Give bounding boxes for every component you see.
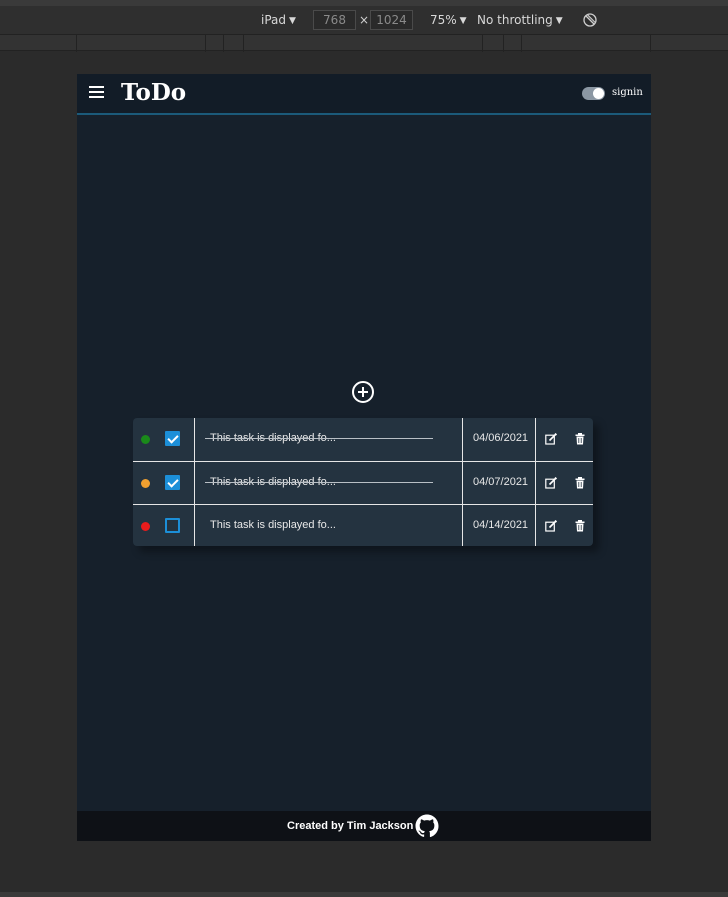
app-title: ToDo	[121, 79, 187, 106]
media-query-ruler	[0, 34, 728, 52]
hamburger-icon[interactable]	[89, 83, 105, 101]
task-row: This task is displayed fo... 04/07/2021	[133, 461, 593, 504]
trash-icon[interactable]	[575, 477, 585, 489]
dimension-separator: ×	[359, 13, 370, 27]
devtools-bottom-strip	[0, 892, 728, 897]
ruler-tick	[482, 35, 483, 52]
ruler-tick	[521, 35, 522, 52]
complete-checkbox[interactable]	[165, 518, 180, 533]
app-viewport: ToDo signin This task is displayed fo...…	[77, 74, 651, 841]
throttling-label: No throttling	[477, 13, 553, 27]
task-date: 04/07/2021	[473, 476, 529, 488]
strikethrough-line	[205, 438, 433, 439]
device-toolbar: iPad ▼ 768 × 1024 75% ▼ No throttling ▼	[0, 6, 728, 34]
trash-icon[interactable]	[575, 433, 585, 445]
device-label: iPad	[261, 13, 287, 27]
height-input[interactable]: 1024	[370, 10, 413, 30]
ruler-tick	[76, 35, 77, 52]
footer-credit: Created by Tim Jackson	[287, 820, 414, 832]
signin-toggle[interactable]	[582, 87, 605, 100]
ruler-tick	[650, 35, 651, 52]
toggle-knob	[593, 88, 604, 99]
task-table: This task is displayed fo... 04/06/2021 …	[133, 418, 593, 546]
task-text[interactable]: This task is displayed fo...	[210, 519, 336, 531]
task-date: 04/06/2021	[473, 432, 529, 444]
signin-label[interactable]: signin	[612, 87, 643, 98]
app-footer: Created by Tim Jackson	[77, 811, 651, 841]
ruler-tick	[243, 35, 244, 52]
chevron-down-icon: ▼	[289, 16, 296, 26]
task-row: This task is displayed fo... 04/06/2021	[133, 418, 593, 461]
trash-icon[interactable]	[575, 520, 585, 532]
edit-icon[interactable]	[545, 520, 557, 532]
zoom-label: 75%	[430, 13, 457, 27]
task-date: 04/14/2021	[473, 519, 529, 531]
complete-checkbox[interactable]	[165, 431, 180, 446]
device-select[interactable]: iPad ▼	[261, 6, 296, 34]
chevron-down-icon: ▼	[459, 16, 467, 26]
throttling-select[interactable]: No throttling ▼	[477, 6, 563, 34]
add-task-button[interactable]	[352, 381, 374, 403]
ruler-tick	[205, 35, 206, 52]
task-row: This task is displayed fo... 04/14/2021	[133, 504, 593, 546]
priority-dot	[141, 479, 150, 488]
priority-dot	[141, 435, 150, 444]
strikethrough-line	[205, 482, 433, 483]
edit-icon[interactable]	[545, 433, 557, 445]
width-input[interactable]: 768	[313, 10, 356, 30]
complete-checkbox[interactable]	[165, 475, 180, 490]
rotate-icon[interactable]	[583, 13, 597, 27]
ruler-tick	[503, 35, 504, 52]
github-icon[interactable]	[415, 814, 439, 838]
edit-icon[interactable]	[545, 477, 557, 489]
zoom-select[interactable]: 75% ▼	[430, 6, 467, 34]
ruler-tick	[223, 35, 224, 52]
chevron-down-icon: ▼	[555, 16, 563, 26]
app-header: ToDo signin	[77, 74, 651, 115]
priority-dot	[141, 522, 150, 531]
